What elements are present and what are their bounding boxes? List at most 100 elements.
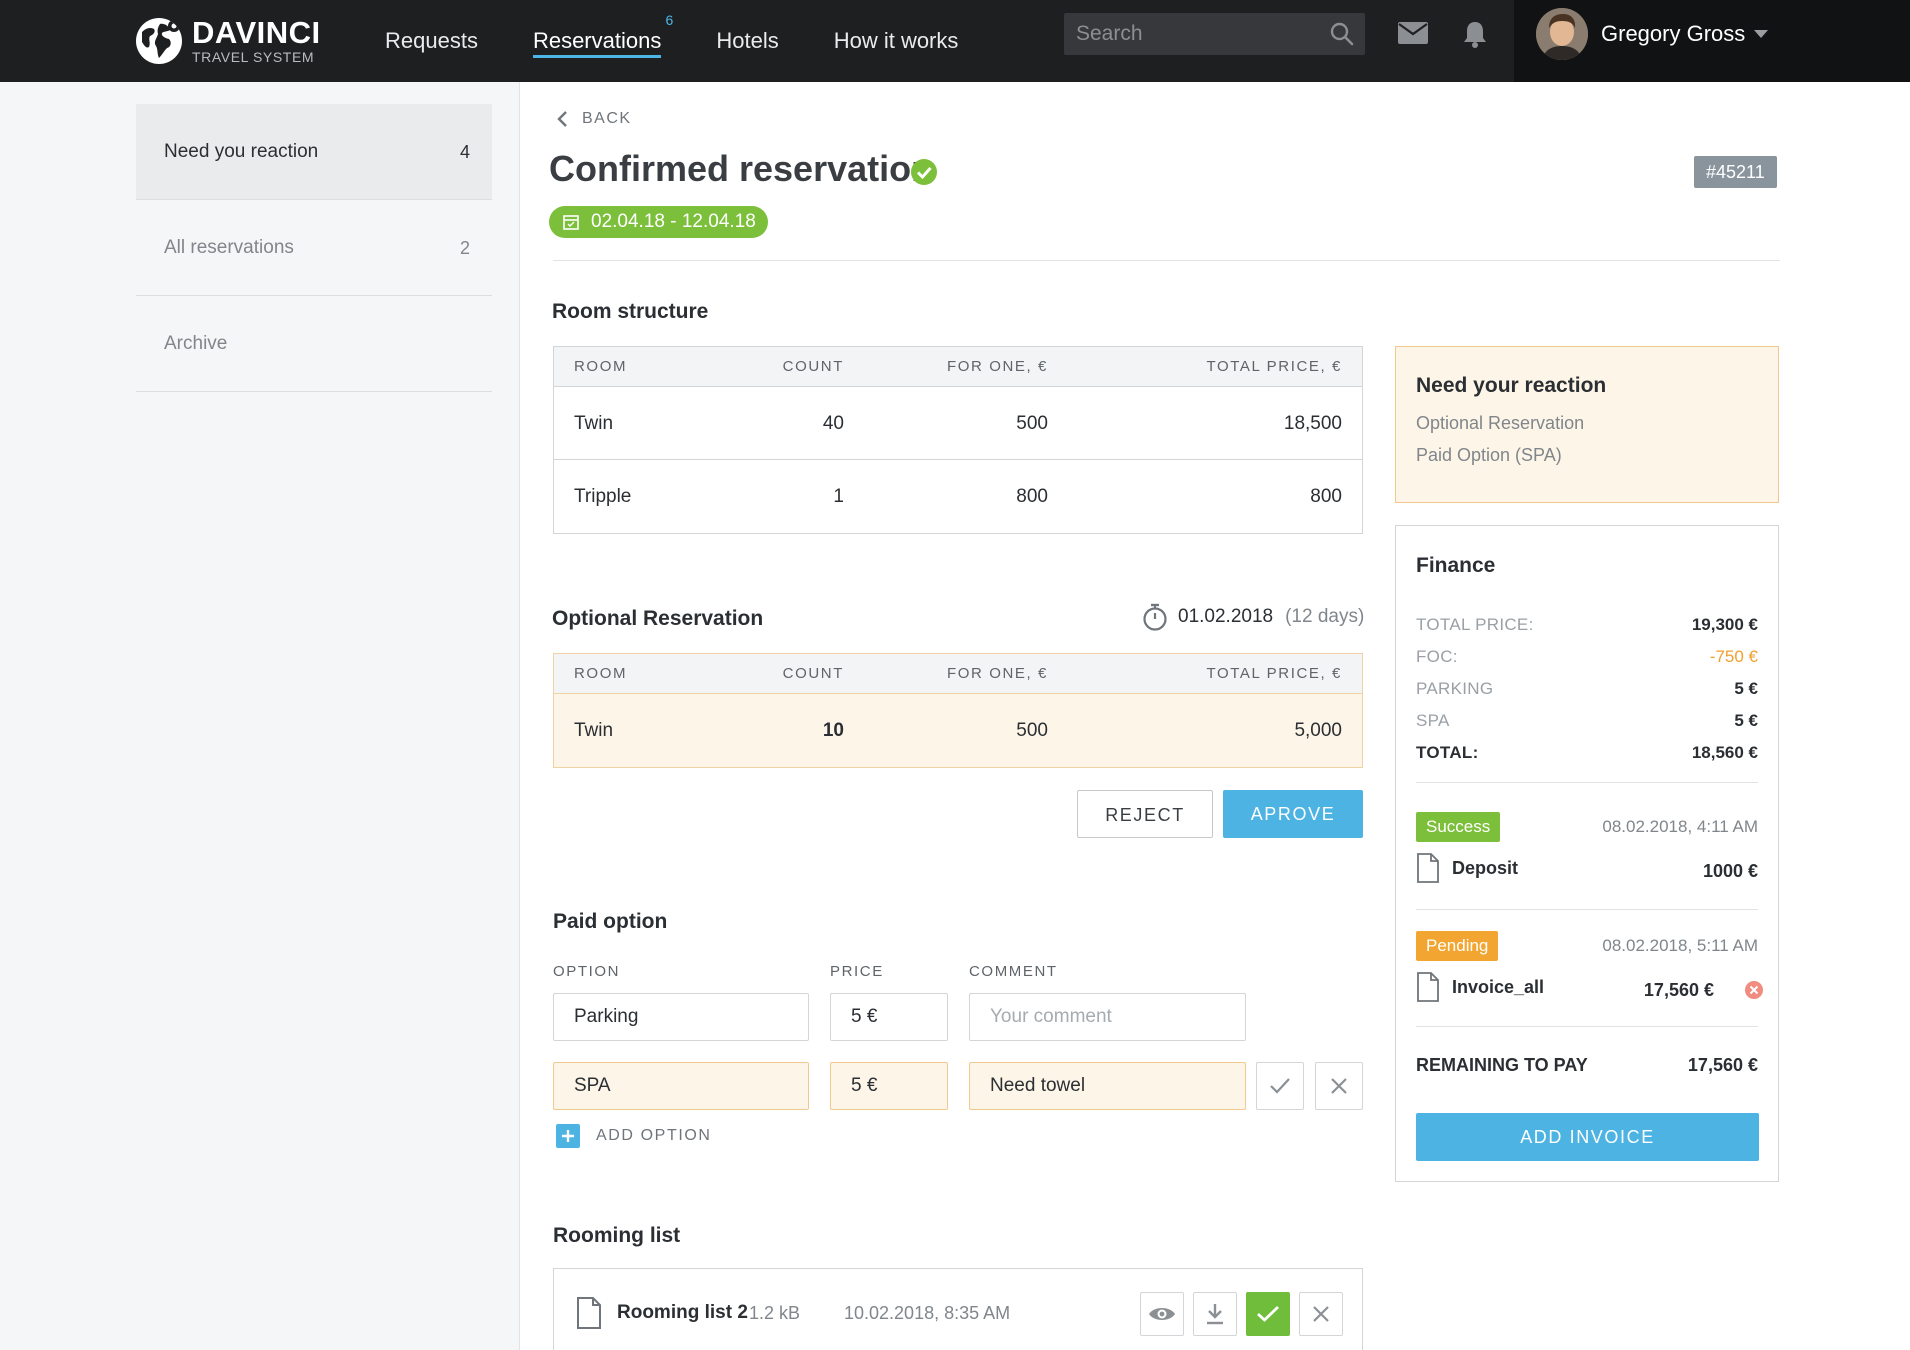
reservation-id-badge: #45211 bbox=[1694, 156, 1777, 188]
table-header: ROOM COUNT FOR ONE, € TOTAL PRICE, € bbox=[554, 347, 1362, 387]
cell-total: 18,500 bbox=[1283, 413, 1342, 434]
search-box bbox=[1064, 13, 1365, 55]
check-icon bbox=[1270, 1078, 1290, 1094]
optional-reservation-title: Optional Reservation bbox=[552, 607, 764, 630]
cell-for-one: 500 bbox=[1016, 413, 1048, 434]
remove-invoice-icon[interactable] bbox=[1744, 980, 1764, 1005]
finance-label: PARKING bbox=[1416, 679, 1494, 698]
add-invoice-button[interactable]: ADD INVOICE bbox=[1416, 1113, 1759, 1161]
column-header: ROOM bbox=[574, 665, 628, 682]
back-label: BACK bbox=[582, 110, 632, 127]
mail-icon[interactable] bbox=[1398, 22, 1428, 49]
preview-button[interactable] bbox=[1140, 1292, 1184, 1336]
payment-date: 08.02.2018, 5:11 AM bbox=[1602, 936, 1758, 955]
eye-icon bbox=[1149, 1308, 1175, 1320]
date-range-text: 02.04.18 - 12.04.18 bbox=[591, 211, 756, 232]
cell-total: 5,000 bbox=[1294, 720, 1342, 741]
remaining-label: REMAINING TO PAY bbox=[1416, 1055, 1588, 1075]
nav-how-it-works[interactable]: How it works bbox=[834, 0, 959, 82]
remaining-value: 17,560 € bbox=[1687, 1055, 1758, 1075]
option-field bbox=[553, 1062, 809, 1110]
payment-document[interactable]: Invoice_all bbox=[1416, 972, 1544, 1002]
price-input[interactable] bbox=[831, 994, 947, 1040]
reaction-item[interactable]: Paid Option (SPA) bbox=[1416, 445, 1562, 466]
status-badge: Success bbox=[1416, 812, 1501, 842]
price-input[interactable] bbox=[831, 1063, 947, 1109]
divider bbox=[553, 260, 1780, 261]
add-option-button[interactable]: ADD OPTION bbox=[556, 1124, 712, 1148]
download-button[interactable] bbox=[1193, 1292, 1237, 1336]
nav-hotels[interactable]: Hotels bbox=[716, 0, 778, 82]
finance-row: SPA 5 € bbox=[1416, 711, 1758, 735]
comment-field bbox=[969, 1062, 1246, 1110]
cell-count: 40 bbox=[822, 413, 844, 434]
approve-file-button[interactable] bbox=[1246, 1292, 1290, 1336]
reject-button[interactable]: REJECT bbox=[1077, 790, 1213, 838]
sidebar-item-need-reaction[interactable]: Need you reaction 4 bbox=[136, 104, 492, 200]
rooming-list-file: Rooming list 2 1.2 kB 10.02.2018, 8:35 A… bbox=[553, 1268, 1363, 1350]
nav-label: How it works bbox=[833, 28, 959, 53]
column-header: FOR ONE, € bbox=[946, 358, 1048, 375]
top-bar: DAVINCI TRAVEL SYSTEM Requests Reservati… bbox=[0, 0, 1910, 82]
sidebar-item-archive[interactable]: Archive bbox=[136, 296, 492, 392]
sidebar-item-all-reservations[interactable]: All reservations 2 bbox=[136, 200, 492, 296]
reaction-item[interactable]: Optional Reservation bbox=[1416, 413, 1584, 434]
comment-field bbox=[969, 993, 1246, 1041]
divider bbox=[1416, 1026, 1758, 1027]
file-icon bbox=[1417, 853, 1439, 883]
divider bbox=[1416, 782, 1758, 783]
price-field bbox=[830, 993, 948, 1041]
search-input[interactable] bbox=[1064, 13, 1365, 55]
column-header: FOR ONE, € bbox=[946, 665, 1048, 682]
option-input[interactable] bbox=[554, 1063, 808, 1109]
finance-value: 5 € bbox=[1734, 679, 1758, 698]
user-name: Gregory Gross bbox=[1601, 21, 1746, 46]
payment-amount: 17,560 € bbox=[1643, 980, 1714, 1000]
nav-requests[interactable]: Requests bbox=[385, 0, 478, 82]
back-link[interactable]: BACK bbox=[556, 110, 632, 128]
cell-count: 10 bbox=[822, 720, 844, 741]
plus-icon bbox=[556, 1124, 580, 1148]
table-row: Tripple 1 800 800 bbox=[554, 460, 1362, 533]
comment-label: COMMENT bbox=[969, 963, 1058, 980]
option-label: OPTION bbox=[553, 963, 621, 980]
payment-document[interactable]: Deposit bbox=[1416, 853, 1518, 883]
option-field bbox=[553, 993, 809, 1041]
option-input[interactable] bbox=[554, 994, 808, 1040]
user-menu[interactable]: Gregory Gross bbox=[1514, 0, 1910, 82]
table-row: Twin 10 500 5,000 bbox=[554, 694, 1362, 767]
optional-days: (12 days) bbox=[1285, 606, 1365, 627]
cancel-option-button[interactable] bbox=[1315, 1062, 1363, 1110]
document-name: Invoice_all bbox=[1452, 976, 1545, 997]
file-date: 10.02.2018, 8:35 AM bbox=[844, 1303, 1011, 1323]
confirm-option-button[interactable] bbox=[1256, 1062, 1304, 1110]
finance-label: TOTAL PRICE: bbox=[1416, 615, 1534, 634]
logo[interactable]: DAVINCI TRAVEL SYSTEM bbox=[136, 13, 321, 69]
table-header: ROOM COUNT FOR ONE, € TOTAL PRICE, € bbox=[554, 654, 1362, 694]
room-structure-title: Room structure bbox=[552, 300, 709, 323]
finance-row: PARKING 5 € bbox=[1416, 679, 1758, 703]
sidebar: Need you reaction 4 All reservations 2 A… bbox=[0, 82, 520, 1350]
need-reaction-panel: Need your reaction Optional Reservation … bbox=[1395, 346, 1779, 503]
column-header: ROOM bbox=[574, 358, 628, 375]
brand-subtitle: TRAVEL SYSTEM bbox=[192, 48, 315, 65]
nav-reservations[interactable]: Reservations 6 bbox=[532, 0, 673, 82]
price-label: PRICE bbox=[830, 963, 884, 980]
bell-icon[interactable] bbox=[1462, 20, 1488, 53]
comment-input[interactable] bbox=[970, 994, 1245, 1040]
check-circle-icon bbox=[910, 158, 938, 191]
approve-button[interactable]: APROVE bbox=[1223, 790, 1363, 838]
finance-value: 19,300 € bbox=[1691, 615, 1758, 634]
download-icon bbox=[1207, 1304, 1223, 1325]
finance-value: 18,560 € bbox=[1691, 743, 1758, 762]
file-icon bbox=[576, 1297, 602, 1334]
comment-input[interactable] bbox=[970, 1063, 1245, 1109]
chevron-down-icon[interactable] bbox=[1754, 30, 1768, 38]
cell-for-one: 500 bbox=[1016, 720, 1048, 741]
cell-room: Tripple bbox=[574, 486, 632, 507]
finance-label: SPA bbox=[1416, 711, 1450, 730]
search-icon[interactable] bbox=[1329, 21, 1355, 52]
column-header: COUNT bbox=[782, 665, 844, 682]
finance-row: TOTAL: 18,560 € bbox=[1416, 743, 1758, 767]
reject-file-button[interactable] bbox=[1299, 1292, 1343, 1336]
